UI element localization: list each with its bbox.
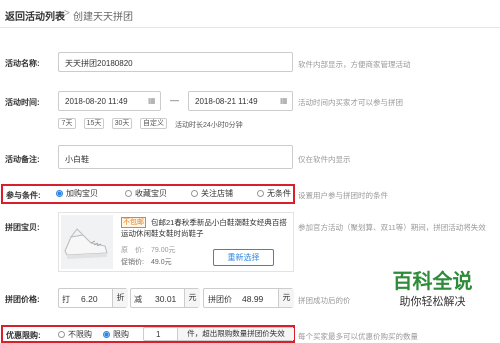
condition-option-favorite[interactable]: 收藏宝贝 (125, 188, 167, 199)
activity-name-hint: 软件内部显示，方便商家管理活动 (298, 60, 411, 69)
preset-15-days[interactable]: 15天 (84, 118, 104, 129)
activity-note-hint: 仅在软件内显示 (298, 155, 351, 164)
group-price-input[interactable]: 拼团价 48.99 元 (203, 288, 294, 308)
watermark-title: 百科全说 (392, 271, 473, 293)
minus-prefix: 减 (134, 295, 142, 304)
activity-duration: 活动时长24小时0分钟 (175, 122, 243, 129)
radio-icon (125, 190, 132, 197)
condition-option-label: 无条件 (267, 189, 291, 198)
limit-label: 优惠限购: (6, 331, 41, 340)
condition-hint: 设置用户参与拼团时的条件 (298, 191, 388, 200)
preset-custom[interactable]: 自定义 (140, 118, 167, 129)
product-image (61, 215, 113, 269)
product-label: 拼团宝贝: (5, 223, 40, 232)
limit-option-label: 不限购 (68, 330, 92, 339)
condition-option-none[interactable]: 无条件 (257, 188, 291, 199)
product-title: 包邮21春秋季新品小白鞋潮鞋女经典百搭运动休闲鞋女鞋时尚鞋子 (121, 218, 287, 238)
original-price: 79.00元 (151, 247, 176, 254)
activity-time-label: 活动时间: (5, 98, 40, 107)
minus-input[interactable]: 减 30.01 元 (130, 288, 200, 308)
condition-option-add-cart[interactable]: 加购宝贝 (56, 188, 98, 199)
activity-time-hint: 活动时间内买家才可以参与拼团 (298, 98, 403, 107)
limit-hint: 每个买家最多可以优惠价购买的数量 (298, 332, 418, 341)
back-to-list-link[interactable]: 返回活动列表 (5, 8, 65, 23)
condition-option-label: 关注店铺 (201, 189, 233, 198)
promo-price-label: 促销价: (121, 259, 144, 266)
calendar-icon: ▦ (280, 96, 288, 105)
discount-value: 6.20 (81, 294, 98, 304)
calendar-icon: ▦ (148, 96, 156, 105)
time-range-dash: — (170, 95, 179, 105)
promo-price: 49.0元 (151, 259, 172, 266)
radio-icon (58, 331, 65, 338)
group-price-prefix: 拼团价 (208, 295, 232, 304)
group-price-value: 48.99 (242, 294, 264, 304)
minus-suffix: 元 (184, 289, 200, 307)
limit-option-limited[interactable]: 限购 (103, 329, 129, 340)
breadcrumb-current: 创建天天拼团 (73, 12, 133, 23)
condition-label: 参与条件: (6, 191, 41, 200)
discount-input[interactable]: 打 6.20 折 (58, 288, 128, 308)
condition-option-follow[interactable]: 关注店铺 (191, 188, 233, 199)
start-time-value: 2018-08-20 11:49 (65, 97, 128, 106)
product-card: 不包邮 包邮21春秋季新品小白鞋潮鞋女经典百搭运动休闲鞋女鞋时尚鞋子 原 价: … (58, 212, 294, 272)
reselect-button[interactable]: 重新选择 (213, 249, 274, 266)
watermark: 百科全说 助你轻松解决 (370, 261, 495, 317)
radio-icon (257, 190, 264, 197)
group-price-hint: 拼团成功后的价 (298, 296, 351, 305)
end-time-value: 2018-08-21 11:49 (195, 97, 258, 106)
preset-7-days[interactable]: 7天 (58, 118, 76, 129)
limit-quantity-suffix: 件，超出限购数量拼团价失效 (177, 328, 294, 340)
limit-option-label: 限购 (113, 330, 129, 339)
limit-quantity-value: 1 (156, 330, 161, 339)
activity-note-value: 小白鞋 (65, 155, 89, 164)
top-bar: 返回活动列表 > 创建天天拼团 (0, 0, 500, 28)
radio-selected-icon (56, 190, 63, 197)
limit-quantity-input[interactable]: 1 件，超出限购数量拼团价失效 (143, 327, 294, 341)
activity-note-input[interactable]: 小白鞋 (58, 145, 293, 169)
group-price-suffix: 元 (278, 289, 294, 307)
limit-option-unlimited[interactable]: 不限购 (58, 329, 92, 340)
condition-option-label: 收藏宝贝 (135, 189, 167, 198)
activity-name-label: 活动名称: (5, 59, 40, 68)
discount-suffix: 折 (112, 289, 128, 307)
radio-selected-icon (103, 331, 110, 338)
activity-note-label: 活动备注: (5, 155, 40, 164)
preset-30-days[interactable]: 30天 (112, 118, 132, 129)
group-price-label: 拼团价格: (5, 295, 40, 304)
start-time-input[interactable]: 2018-08-20 11:49 ▦ (58, 91, 161, 111)
end-time-input[interactable]: 2018-08-21 11:49 ▦ (188, 91, 293, 111)
product-hint: 参加官方活动（聚划算、双11等）期间，拼团活动将失效 (298, 223, 486, 232)
breadcrumb-separator: > (64, 8, 70, 19)
activity-name-input[interactable]: 天天拼团20180820 (58, 52, 293, 72)
original-price-label: 原 价: (121, 247, 144, 254)
watermark-subtitle: 助你轻松解决 (399, 296, 466, 308)
minus-value: 30.01 (155, 294, 177, 304)
activity-name-value: 天天拼团20180820 (65, 59, 133, 68)
discount-prefix: 打 (62, 295, 70, 304)
condition-option-label: 加购宝贝 (66, 189, 98, 198)
radio-icon (191, 190, 198, 197)
